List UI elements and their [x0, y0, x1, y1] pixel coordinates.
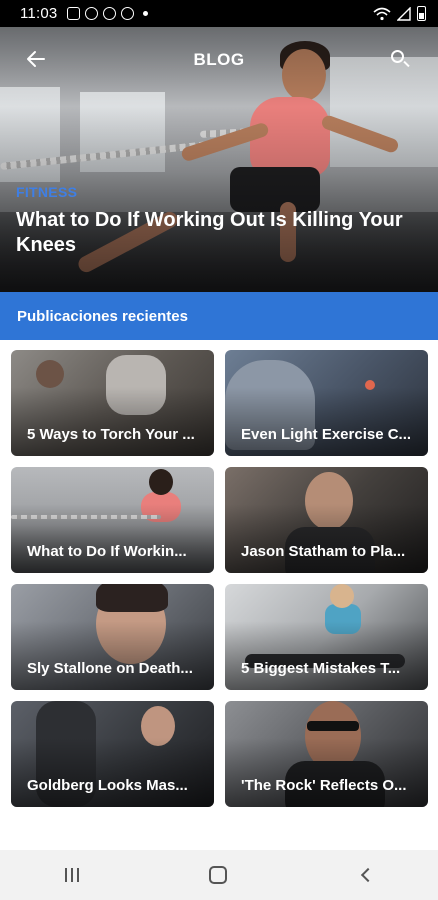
- battery-icon: [417, 6, 426, 21]
- arrow-left-icon: [27, 51, 45, 67]
- system-nav-bar: [0, 850, 438, 900]
- section-title: Publicaciones recientes: [17, 307, 188, 325]
- post-title: 5 Biggest Mistakes T...: [241, 660, 401, 677]
- gallery-notification-icon: [67, 7, 81, 20]
- hero-title[interactable]: What to Do If Working Out Is Killing You…: [16, 208, 416, 258]
- post-card[interactable]: Even Light Exercise C...: [225, 350, 428, 456]
- messenger-notification-icon: [85, 7, 99, 20]
- page-title: BLOG: [193, 50, 245, 69]
- signal-icon: [397, 6, 411, 21]
- post-title: Goldberg Looks Mas...: [27, 777, 188, 794]
- recents-button[interactable]: [65, 868, 79, 882]
- status-right: [373, 6, 426, 21]
- post-title: Sly Stallone on Death...: [27, 660, 193, 677]
- home-button[interactable]: [209, 866, 227, 884]
- whatsapp-notification-icon: [121, 7, 135, 20]
- chat-notification-icon: [103, 7, 117, 20]
- search-button[interactable]: [390, 49, 412, 71]
- post-card[interactable]: Sly Stallone on Death...: [11, 584, 214, 690]
- back-button[interactable]: [24, 49, 48, 73]
- wifi-icon: [373, 7, 391, 20]
- post-card[interactable]: 5 Ways to Torch Your ...: [11, 350, 214, 456]
- search-icon: [391, 50, 404, 63]
- post-card[interactable]: Jason Statham to Pla...: [225, 467, 428, 573]
- section-header: Publicaciones recientes: [0, 292, 438, 340]
- post-card[interactable]: What to Do If Workin...: [11, 467, 214, 573]
- post-card[interactable]: 5 Biggest Mistakes T...: [225, 584, 428, 690]
- notification-icons: [67, 7, 149, 20]
- hero-category[interactable]: FITNESS: [16, 184, 77, 200]
- app-bar: BLOG: [0, 27, 438, 93]
- post-title: What to Do If Workin...: [27, 543, 187, 560]
- system-back-button[interactable]: [360, 867, 376, 883]
- post-title: 5 Ways to Torch Your ...: [27, 426, 195, 443]
- status-bar: 11:03: [0, 0, 438, 27]
- posts-grid: 5 Ways to Torch Your ... Even Light Exer…: [11, 350, 429, 807]
- post-card[interactable]: Goldberg Looks Mas...: [11, 701, 214, 807]
- post-title: Jason Statham to Pla...: [241, 543, 406, 560]
- post-title: Even Light Exercise C...: [241, 426, 412, 443]
- more-notifications-icon: [143, 11, 149, 16]
- post-card[interactable]: 'The Rock' Reflects O...: [225, 701, 428, 807]
- status-time: 11:03: [20, 5, 58, 22]
- post-title: 'The Rock' Reflects O...: [241, 777, 407, 794]
